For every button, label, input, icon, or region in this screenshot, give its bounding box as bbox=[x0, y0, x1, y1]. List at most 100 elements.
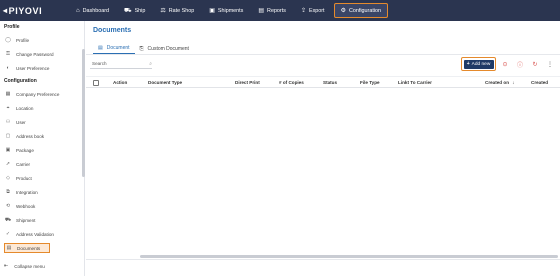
column-status[interactable]: Status bbox=[323, 80, 337, 85]
column-created-on[interactable]: Created on ↓ bbox=[485, 80, 515, 85]
sidebar-item-shipment[interactable]: ⛟ Shipment bbox=[4, 215, 83, 225]
logo-text: PIYOVI bbox=[8, 5, 43, 16]
table-horizontal-scrollbar[interactable] bbox=[140, 255, 558, 258]
document-icon: ▤ bbox=[98, 45, 103, 51]
sidebar-item-change-password[interactable]: ⚿ Change Password bbox=[4, 49, 83, 59]
sidebar: Profile ◯ Profile ⚿ Change Password ◐ Us… bbox=[0, 21, 85, 276]
nav-export[interactable]: ⇪ Export bbox=[295, 3, 331, 18]
nav-rate-shop[interactable]: ⚖ Rate Shop bbox=[154, 3, 200, 18]
tab-label: Document bbox=[106, 45, 130, 51]
info-icon[interactable]: ⓘ bbox=[516, 60, 524, 69]
truck-icon: ⛟ bbox=[124, 7, 132, 14]
search-icon: ⌕ bbox=[149, 60, 152, 67]
check-icon: ✓ bbox=[5, 230, 11, 237]
more-icon[interactable]: ⋮ bbox=[546, 60, 554, 68]
reports-icon: ▤ bbox=[258, 7, 265, 14]
nav-label: Shipments bbox=[217, 7, 244, 14]
sidebar-item-address-book[interactable]: ▢ Address book bbox=[4, 131, 83, 141]
tab-label: Custom Document bbox=[147, 45, 189, 52]
document-icon: ▤ bbox=[6, 244, 12, 251]
sidebar-item-company-preference[interactable]: ▦ Company Preference bbox=[4, 89, 83, 99]
sidebar-scrollbar[interactable] bbox=[82, 49, 85, 177]
company-icon: ▦ bbox=[5, 90, 11, 97]
nav-label: Rate Shop bbox=[168, 7, 195, 14]
sidebar-item-package[interactable]: ▣ Package bbox=[4, 145, 83, 155]
nav-label: Export bbox=[308, 7, 325, 14]
nav-label: Dashboard bbox=[82, 7, 109, 14]
tab-document[interactable]: ▤ Document bbox=[93, 43, 135, 54]
key-icon: ⚿ bbox=[6, 50, 10, 57]
shipment-icon: ⛟ bbox=[4, 216, 12, 223]
sidebar-item-label: Change Password bbox=[16, 51, 54, 57]
sidebar-item-label: Integration bbox=[16, 189, 38, 195]
sidebar-item-user-preference[interactable]: ◐ User Preference bbox=[4, 63, 83, 73]
gear-icon: ⚙ bbox=[340, 7, 346, 14]
collapse-menu-button[interactable]: ⇤ Collapse menu bbox=[4, 263, 45, 269]
column-document-type[interactable]: Document Type bbox=[148, 80, 182, 85]
column-created[interactable]: Created bbox=[531, 80, 548, 85]
nav-ship[interactable]: ⛟ Ship bbox=[118, 3, 151, 18]
search-input[interactable]: Search ⌕ bbox=[90, 59, 152, 69]
sidebar-item-profile[interactable]: ◯ Profile bbox=[4, 35, 83, 45]
sidebar-item-label: Address book bbox=[16, 133, 45, 139]
box-icon: ▣ bbox=[209, 7, 215, 14]
refresh-icon[interactable]: ↻ bbox=[531, 60, 539, 68]
custom-document-icon: ⎘ bbox=[139, 45, 144, 52]
table-toolbar: Search ⌕ + Add new ⊙ ⓘ ↻ ⋮ bbox=[86, 56, 560, 72]
sidebar-item-label: Company Preference bbox=[16, 91, 60, 97]
sidebar-item-carrier[interactable]: ➚ Carrier bbox=[4, 159, 83, 169]
app-logo[interactable]: ◂ PIYOVI bbox=[3, 4, 42, 17]
preference-icon: ◐ bbox=[6, 64, 10, 71]
location-icon: ⌖ bbox=[6, 104, 10, 111]
sidebar-item-address-validation[interactable]: ✓ Address Validation bbox=[4, 229, 83, 239]
sidebar-item-label: Package bbox=[16, 147, 34, 153]
address-book-icon: ▢ bbox=[5, 132, 11, 139]
sidebar-item-integration[interactable]: ⧉ Integration bbox=[4, 187, 83, 197]
logo-mark-icon: ◂ bbox=[3, 6, 8, 15]
table-header: Action Document Type Direct Print # of C… bbox=[86, 76, 560, 88]
column-copies[interactable]: # of Copies bbox=[279, 80, 304, 85]
download-icon[interactable]: ⊙ bbox=[501, 60, 509, 68]
column-action[interactable]: Action bbox=[113, 80, 127, 85]
sidebar-item-label: Shipment bbox=[16, 217, 36, 223]
column-direct-print[interactable]: Direct Print bbox=[235, 80, 260, 85]
product-icon: ◇ bbox=[6, 174, 10, 181]
sidebar-item-label: Address Validation bbox=[16, 231, 54, 237]
sidebar-item-product[interactable]: ◇ Product bbox=[4, 173, 83, 183]
integration-icon: ⧉ bbox=[6, 188, 10, 195]
select-all-checkbox[interactable] bbox=[93, 80, 99, 86]
sidebar-item-webhook[interactable]: ⟲ Webhook bbox=[4, 201, 83, 211]
tab-divider bbox=[86, 54, 560, 55]
collapse-label: Collapse menu bbox=[14, 263, 45, 269]
nav-reports[interactable]: ▤ Reports bbox=[252, 3, 292, 18]
export-icon: ⇪ bbox=[300, 7, 306, 14]
sort-down-icon: ↓ bbox=[512, 80, 515, 85]
nav-configuration[interactable]: ⚙ Configuration bbox=[333, 3, 389, 18]
sidebar-item-label: User Preference bbox=[16, 65, 50, 71]
sidebar-section-profile: Profile bbox=[4, 24, 20, 30]
nav-dashboard[interactable]: ⌂ Dashboard bbox=[70, 3, 115, 18]
main-content: Documents ▤ Document ⎘ Custom Document S… bbox=[86, 21, 560, 276]
top-navigation-bar: ◂ PIYOVI ⌂ Dashboard ⛟ Ship ⚖ Rate Shop … bbox=[0, 0, 560, 21]
nav-shipments[interactable]: ▣ Shipments bbox=[203, 3, 249, 18]
sidebar-item-label: User bbox=[16, 119, 26, 125]
sidebar-item-user[interactable]: ⚇ User bbox=[4, 117, 83, 127]
dashboard-icon: ⌂ bbox=[76, 7, 80, 14]
tab-custom-document[interactable]: ⎘ Custom Document bbox=[135, 43, 194, 54]
column-link-to-carrier[interactable]: Linkt To Carrier bbox=[398, 80, 432, 85]
user-icon: ◯ bbox=[5, 36, 11, 43]
main-nav: ⌂ Dashboard ⛟ Ship ⚖ Rate Shop ▣ Shipmen… bbox=[70, 3, 391, 18]
nav-label: Configuration bbox=[348, 7, 382, 14]
sidebar-item-label: Location bbox=[16, 105, 34, 111]
nav-label: Reports bbox=[267, 7, 286, 14]
sidebar-section-configuration: Configuration bbox=[4, 78, 37, 84]
page-title: Documents bbox=[93, 27, 132, 34]
sidebar-item-label: Documents bbox=[17, 245, 41, 251]
column-file-type[interactable]: File Type bbox=[360, 80, 380, 85]
plus-icon: + bbox=[466, 61, 470, 67]
add-new-button[interactable]: + Add new bbox=[461, 57, 496, 71]
sidebar-item-documents[interactable]: ▤ Documents bbox=[4, 243, 50, 253]
sidebar-item-location[interactable]: ⌖ Location bbox=[4, 103, 83, 113]
package-icon: ▣ bbox=[5, 146, 11, 153]
carrier-icon: ➚ bbox=[5, 160, 11, 167]
